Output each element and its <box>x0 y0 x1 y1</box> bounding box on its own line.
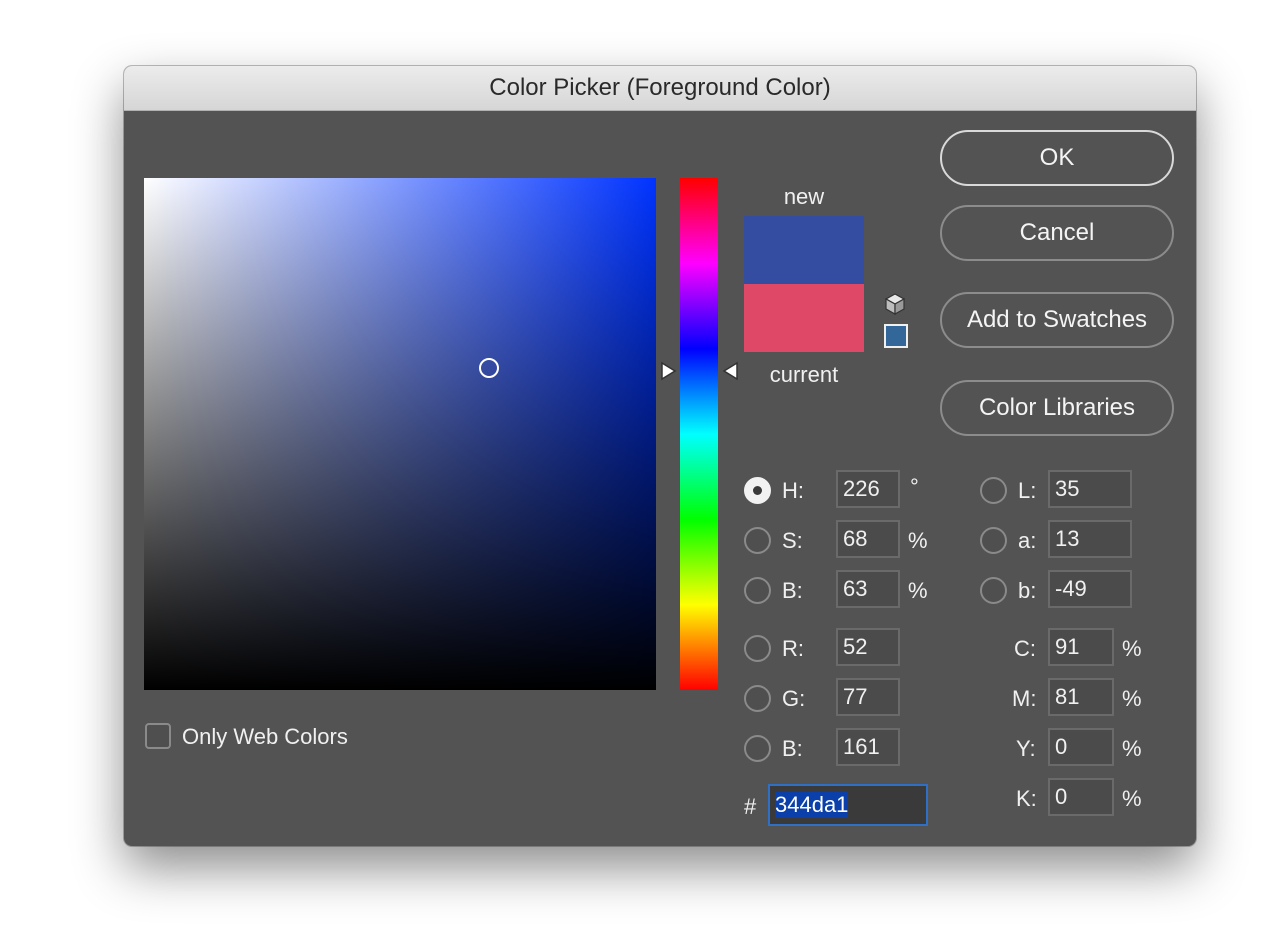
label-lab-b: b: <box>1018 578 1037 603</box>
radio-lab-a[interactable] <box>980 527 1007 554</box>
label-black: K: <box>1016 786 1037 811</box>
current-color-swatch[interactable] <box>744 284 864 352</box>
unit-percent-c: % <box>1122 636 1142 661</box>
label-green: G: <box>782 686 806 711</box>
label-magenta: M: <box>1012 686 1037 711</box>
label-yellow: Y: <box>1016 736 1036 761</box>
label-hue: H: <box>782 478 804 503</box>
radio-red[interactable] <box>744 635 771 662</box>
radio-brightness[interactable] <box>744 577 771 604</box>
only-web-colors-label: Only Web Colors <box>182 724 348 749</box>
hue-field[interactable] <box>836 470 900 508</box>
lab-a-field[interactable] <box>1048 520 1132 558</box>
hue-slider-left-arrow[interactable] <box>660 361 678 381</box>
radio-lightness[interactable] <box>980 477 1007 504</box>
new-color-swatch <box>744 216 864 284</box>
color-field-cursor[interactable] <box>479 358 499 378</box>
unit-percent-k: % <box>1122 786 1142 811</box>
radio-green[interactable] <box>744 685 771 712</box>
black-field[interactable] <box>1048 778 1114 816</box>
new-label: new <box>783 184 825 209</box>
cube-icon[interactable] <box>884 292 906 316</box>
magenta-field[interactable] <box>1048 678 1114 716</box>
green-field[interactable] <box>836 678 900 716</box>
color-libraries-button[interactable]: Color Libraries <box>940 380 1174 436</box>
brightness-field[interactable] <box>836 570 900 608</box>
add-to-swatches-button[interactable]: Add to Swatches <box>940 292 1174 348</box>
current-label: current <box>769 362 839 387</box>
cyan-field[interactable] <box>1048 628 1114 666</box>
hex-field[interactable] <box>768 784 928 826</box>
yellow-field[interactable] <box>1048 728 1114 766</box>
unit-degree: ° <box>910 474 919 499</box>
radio-blue[interactable] <box>744 735 771 762</box>
window-title: Color Picker (Foreground Color) <box>489 74 831 101</box>
red-field[interactable] <box>836 628 900 666</box>
color-picker-dialog: Color Picker (Foreground Color) new curr… <box>124 66 1196 846</box>
lightness-field[interactable] <box>1048 470 1132 508</box>
label-lightness: L: <box>1018 478 1037 503</box>
label-brightness: B: <box>782 578 803 603</box>
label-cyan: C: <box>1014 636 1036 661</box>
swatch-icon[interactable] <box>884 324 908 348</box>
cancel-button[interactable]: Cancel <box>940 205 1174 261</box>
blue-field[interactable] <box>836 728 900 766</box>
saturation-field[interactable] <box>836 520 900 558</box>
radio-saturation[interactable] <box>744 527 771 554</box>
hue-slider-right-arrow[interactable] <box>721 361 739 381</box>
only-web-colors-checkbox[interactable] <box>145 723 171 749</box>
label-red: R: <box>782 636 804 661</box>
color-field[interactable] <box>144 178 656 690</box>
unit-percent-s: % <box>908 528 928 553</box>
radio-hue[interactable] <box>744 477 771 504</box>
title-bar[interactable]: Color Picker (Foreground Color) <box>124 66 1196 111</box>
label-saturation: S: <box>782 528 803 553</box>
ok-button[interactable]: OK <box>940 130 1174 186</box>
unit-percent-y: % <box>1122 736 1142 761</box>
radio-lab-b[interactable] <box>980 577 1007 604</box>
unit-percent-b: % <box>908 578 928 603</box>
unit-percent-m: % <box>1122 686 1142 711</box>
label-blue: B: <box>782 736 803 761</box>
label-hex: # <box>744 794 757 819</box>
hue-slider[interactable] <box>680 178 718 690</box>
label-lab-a: a: <box>1018 528 1037 553</box>
lab-b-field[interactable] <box>1048 570 1132 608</box>
